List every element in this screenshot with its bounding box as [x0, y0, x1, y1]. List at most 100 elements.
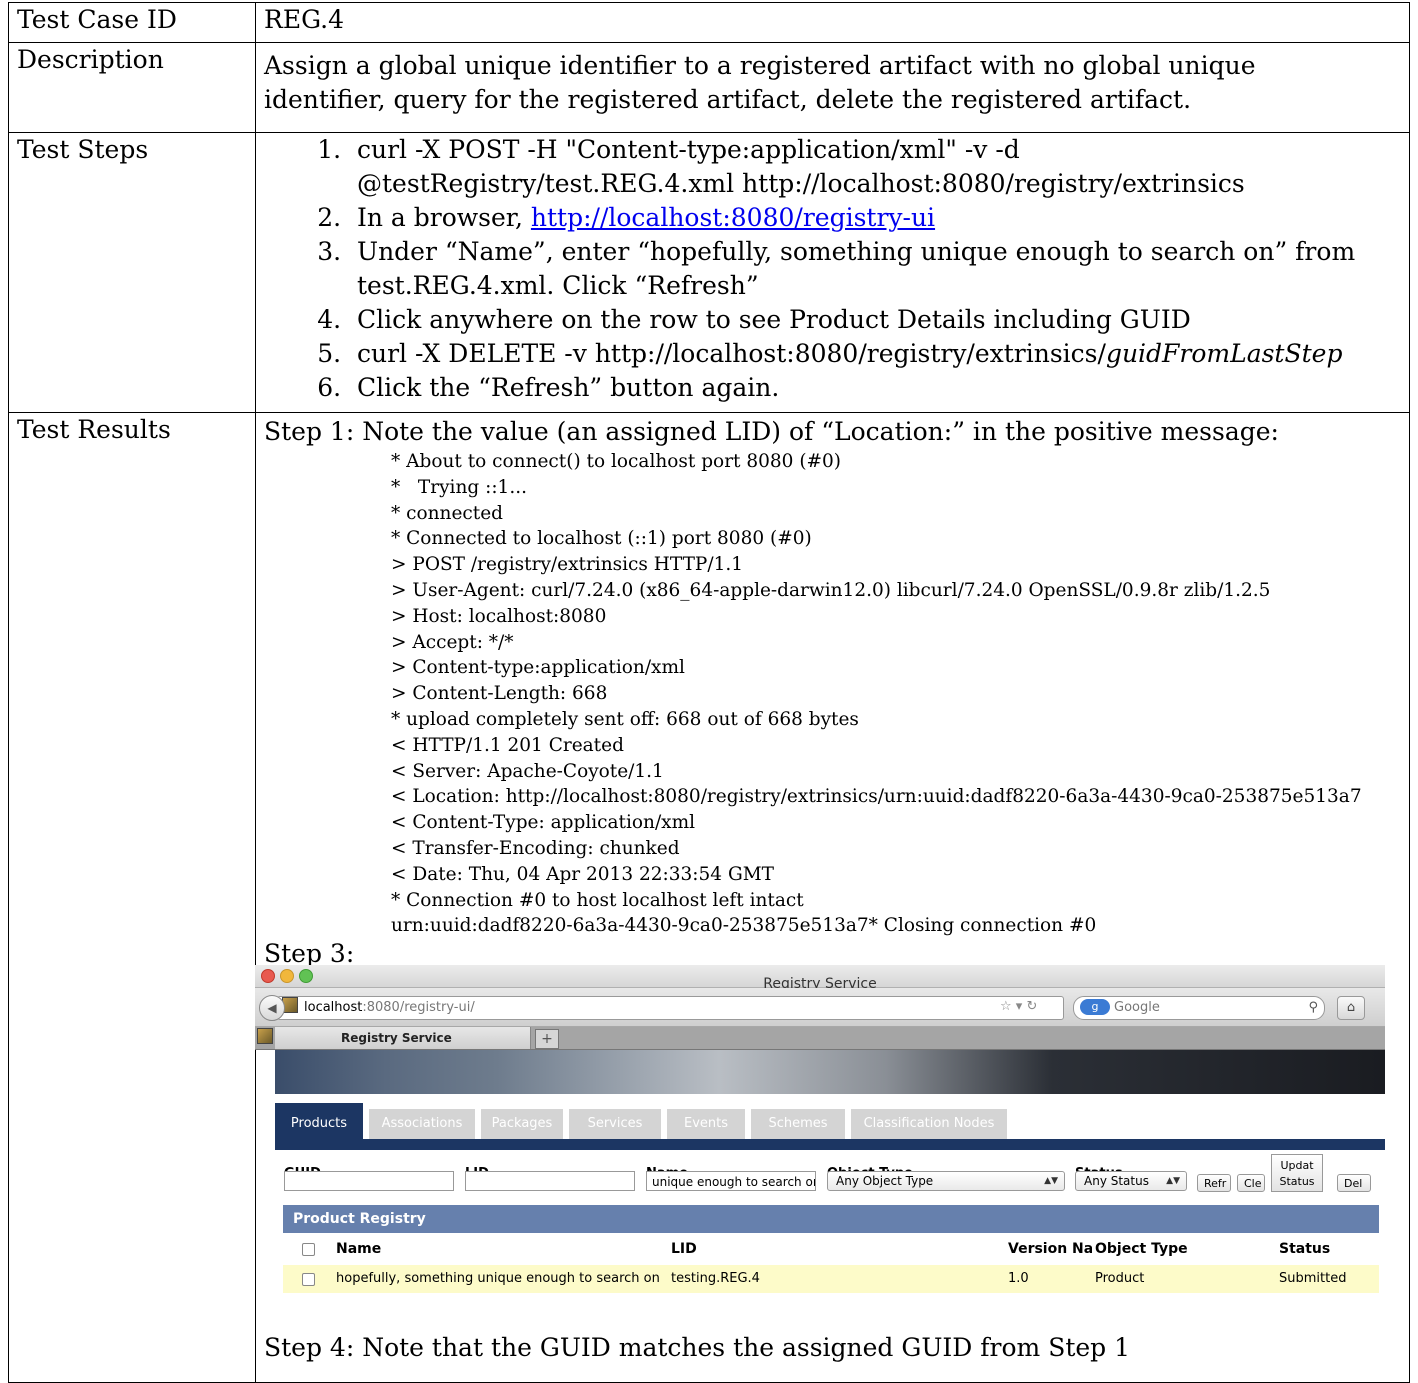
clear-button[interactable]: Cle	[1237, 1174, 1265, 1193]
browser-tab-title: Registry Service	[341, 1031, 452, 1046]
tab-underline	[275, 1139, 1385, 1151]
registry-ui-page: Products Associations Packages Services Even…	[275, 1050, 1385, 1304]
column-lid[interactable]: LID	[671, 1233, 1001, 1265]
log-line: < Location: http://localhost:8080/regist…	[391, 786, 1362, 808]
address-bar[interactable]: localhost:8080/registry-ui/	[277, 996, 1064, 1021]
log-line: > POST /registry/extrinsics HTTP/1.1	[391, 554, 744, 576]
search-icon[interactable]: ⚲	[1308, 997, 1318, 1019]
description-label: Description	[8, 42, 256, 133]
tab-favicon-icon	[257, 1028, 273, 1045]
product-registry-panel: Product Registry Name LID Version Nar Ob…	[283, 1205, 1379, 1303]
tab-packages[interactable]: Packages	[481, 1109, 563, 1140]
log-line: < Content-Type: application/xml	[391, 812, 696, 834]
row-checkbox[interactable]	[302, 1273, 315, 1287]
step-4: Click anywhere on the row to see Product…	[349, 303, 1401, 337]
test-results-cell: Step 1: Note the value (an assigned LID)…	[255, 412, 1410, 1383]
log-line: * About to connect() to localhost port 8…	[391, 451, 842, 472]
bookmark-star-icon[interactable]: ☆ ▾ ↻	[1000, 996, 1037, 1018]
step-5-text: curl -X DELETE -v http://localhost:8080/…	[357, 339, 1106, 368]
log-line: * Connection #0 to host localhost left i…	[391, 889, 804, 911]
product-registry-title: Product Registry	[283, 1205, 1379, 1234]
test-steps-label: Test Steps	[8, 132, 256, 413]
tab-associations[interactable]: Associations	[369, 1109, 475, 1140]
step-6: Click the “Refresh” button again.	[349, 371, 1401, 405]
object-type-value: Any Object Type	[836, 1174, 934, 1189]
header-banner	[275, 1050, 1385, 1095]
update-status-button[interactable]: Updat Status	[1271, 1154, 1323, 1193]
log-line: < HTTP/1.1 201 Created	[391, 734, 624, 756]
tab-events[interactable]: Events	[667, 1109, 745, 1140]
log-line: > Accept: */*	[391, 631, 514, 653]
update-status-line2: Status	[1279, 1175, 1315, 1189]
log-line: > Host: localhost:8080	[391, 605, 607, 627]
step1-note: Step 1: Note the value (an assigned LID)…	[264, 417, 1279, 446]
registry-ui-link[interactable]: http://localhost:8080/registry-ui	[531, 203, 935, 232]
search-box[interactable]: g Google ⚲	[1073, 996, 1325, 1021]
search-placeholder: Google	[1114, 1000, 1160, 1016]
tab-schemes[interactable]: Schemes	[751, 1109, 845, 1140]
log-line: > Content-Length: 668	[391, 683, 608, 705]
step4-note: Step 4: Note that the GUID matches the a…	[264, 1333, 1131, 1363]
select-arrows-icon: ▲▼	[1044, 1176, 1058, 1187]
back-arrow-icon[interactable]: ◀	[259, 995, 285, 1022]
browser-tab[interactable]: Registry Service	[257, 1027, 531, 1050]
refresh-button[interactable]: Refr	[1197, 1174, 1231, 1193]
log-line: * connected	[391, 502, 503, 524]
column-object-type[interactable]: Object Type	[1095, 1233, 1275, 1265]
log-line: < Transfer-Encoding: chunked	[391, 837, 680, 859]
test-steps-list: curl -X POST -H "Content-type:applicatio…	[264, 133, 1401, 405]
url-path: :8080/registry-ui/	[362, 1000, 475, 1016]
log-line: * Trying ::1...	[391, 476, 527, 498]
tab-classification-nodes[interactable]: Classification Nodes	[851, 1109, 1007, 1140]
row-object-type: Product	[1095, 1271, 1145, 1287]
log-line: * Connected to localhost (::1) port 8080…	[391, 528, 812, 550]
log-line: urn:uuid:dadf8220-6a3a-4430-9ca0-253875e…	[391, 915, 1097, 937]
column-name[interactable]: Name	[336, 1233, 656, 1265]
delete-button[interactable]: Del	[1337, 1174, 1371, 1193]
column-status[interactable]: Status	[1279, 1233, 1369, 1265]
browser-toolbar: localhost:8080/registry-ui/ ◀ ☆ ▾ ↻ g Goo…	[255, 988, 1385, 1028]
test-results-label: Test Results	[8, 412, 256, 1383]
test-case-table: Test Case ID REG.4 Description Assign a …	[8, 2, 1410, 1383]
tab-products[interactable]: Products	[275, 1103, 363, 1142]
object-type-select[interactable]: Any Object Type ▲▼	[827, 1171, 1065, 1192]
browser-tab-strip: Registry Service +	[255, 1027, 1385, 1051]
status-value: Any Status	[1084, 1174, 1149, 1189]
url-host: localhost	[304, 1000, 363, 1016]
home-icon[interactable]: ⌂	[1337, 996, 1365, 1021]
select-all-checkbox[interactable]	[302, 1243, 315, 1257]
test-steps-cell: curl -X POST -H "Content-type:applicatio…	[255, 132, 1410, 413]
description-value: Assign a global unique identifier to a r…	[255, 42, 1410, 133]
row-version: 1.0	[1008, 1271, 1029, 1287]
new-tab-icon[interactable]: +	[535, 1029, 559, 1050]
lid-input[interactable]	[465, 1171, 635, 1192]
app-tabs: Products Associations Packages Services Even…	[275, 1103, 1385, 1142]
window-titlebar: Registry Service	[255, 965, 1385, 992]
row-name: hopefully, something unique enough to se…	[336, 1271, 660, 1287]
step-5-guid-placeholder: guidFromLastStep	[1105, 339, 1343, 368]
registry-column-headers: Name LID Version Nar Object Type Status	[283, 1233, 1379, 1267]
row-lid: testing.REG.4	[671, 1271, 760, 1287]
test-case-id-value: REG.4	[255, 2, 1410, 43]
status-select[interactable]: Any Status ▲▼	[1075, 1171, 1187, 1192]
log-line: < Date: Thu, 04 Apr 2013 22:33:54 GMT	[391, 863, 775, 885]
column-version-name[interactable]: Version Nar	[1008, 1233, 1092, 1265]
guid-input[interactable]	[284, 1171, 454, 1192]
curl-output-log: * About to connect() to localhost port 8…	[264, 449, 1401, 939]
log-line: > Content-type:application/xml	[391, 657, 685, 679]
google-icon: g	[1080, 999, 1110, 1016]
select-arrows-icon: ▲▼	[1166, 1176, 1180, 1187]
browser-screenshot: Registry Service localhost:8080/registry…	[255, 965, 1385, 1304]
log-line: < Server: Apache-Coyote/1.1	[391, 760, 664, 782]
tab-services[interactable]: Services	[569, 1109, 661, 1140]
update-status-line1: Updat	[1280, 1159, 1314, 1173]
test-case-id-label: Test Case ID	[8, 2, 256, 43]
step-2: In a browser, http://localhost:8080/regi…	[349, 201, 1401, 235]
step-1: curl -X POST -H "Content-type:applicatio…	[349, 133, 1401, 201]
name-input[interactable]: unique enough to search on	[646, 1171, 816, 1192]
row-status: Submitted	[1279, 1271, 1347, 1287]
log-line: > User-Agent: curl/7.24.0 (x86_64-apple-…	[391, 579, 1271, 601]
table-row[interactable]: hopefully, something unique enough to se…	[283, 1265, 1379, 1294]
log-line: * upload completely sent off: 668 out of…	[391, 708, 859, 730]
step-3: Under “Name”, enter “hopefully, somethin…	[349, 235, 1401, 303]
